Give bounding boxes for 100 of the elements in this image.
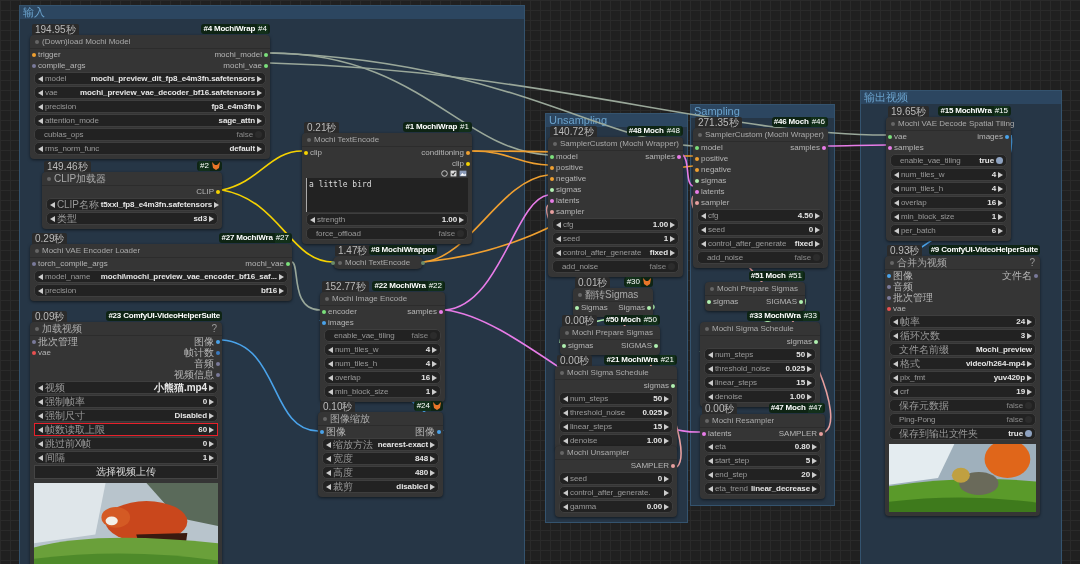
- node-header[interactable]: 图像缩放: [318, 412, 443, 426]
- number-widget[interactable]: min_block_size 1: [324, 385, 441, 398]
- input-slot-icon[interactable]: [695, 201, 699, 205]
- number-widget[interactable]: num_tiles_w 4: [324, 343, 441, 356]
- combo-widget[interactable]: control_after_generate.: [559, 486, 673, 499]
- number-widget[interactable]: 间隔 1: [34, 451, 218, 464]
- output-slot-icon[interactable]: [421, 260, 425, 265]
- combo-widget[interactable]: attention_mode sage_attn: [34, 114, 266, 127]
- output-slot-icon[interactable]: [216, 340, 220, 344]
- number-widget[interactable]: overlap 16: [324, 371, 441, 384]
- input-slot-icon[interactable]: [550, 210, 554, 214]
- toggle-widget[interactable]: 保存到输出文件夹 true: [889, 427, 1036, 440]
- number-widget[interactable]: gamma 0.00: [559, 500, 673, 513]
- node-panel[interactable]: Mochi Prepare Sigmas sigmas SIGMAS: [560, 326, 660, 355]
- number-widget[interactable]: start_step 5: [704, 454, 821, 467]
- combo-widget[interactable]: 缩放方法 nearest-exact: [322, 438, 439, 451]
- left-arrow-icon[interactable]: [38, 145, 43, 152]
- input-slot-icon[interactable]: [887, 274, 891, 278]
- checkbox-icon[interactable]: [450, 170, 457, 177]
- node-panel[interactable]: 翻转Sigmas Sigmas Sigmas: [573, 288, 653, 317]
- input-slot-icon[interactable]: [322, 310, 326, 314]
- node-panel[interactable]: 合并为视频 ? 图像 文件名 音频 批次管理 vae 帧率 24 循环次数 3 文件名前缀 Mochi_preview 格式 video/h264-mp4 pix_fmt yuv420p crf 19 保存元数据 false Ping-Pong false 保存到输出文件夹 true: [885, 256, 1040, 516]
- output-slot-icon[interactable]: [671, 464, 675, 468]
- output-slot-icon[interactable]: [216, 190, 220, 194]
- node-panel[interactable]: SamplerCustom (Mochi Wrapper) model samples positive negative sigmas latents sampler cfg 1.00 seed 1 control_after_generate fixed add_noise false: [548, 137, 683, 277]
- toggle-widget[interactable]: enable_vae_tiling false: [324, 329, 441, 342]
- combo-widget[interactable]: 格式 video/h264-mp4: [889, 357, 1036, 370]
- node-header[interactable]: 翻转Sigmas: [573, 288, 653, 302]
- combo-widget[interactable]: model_name mochi\mochi_preview_vae_encoder_bf16_saf...: [34, 270, 288, 283]
- toggle-knob-icon[interactable]: [813, 254, 820, 261]
- input-slot-icon[interactable]: [695, 190, 699, 194]
- node-panel[interactable]: Mochi Image Encode encoder samples images enable_vae_tiling false num_tiles_w 4 num_tiles_h 4 overlap 16 min_block_size 1: [320, 292, 445, 402]
- input-slot-icon[interactable]: [550, 177, 554, 181]
- combo-widget[interactable]: control_after_generate fixed: [552, 246, 679, 259]
- input-slot-icon[interactable]: [887, 307, 891, 311]
- node-header[interactable]: 合并为视频 ?: [885, 256, 1040, 270]
- input-slot-icon[interactable]: [888, 135, 892, 139]
- number-widget[interactable]: seed 0: [697, 223, 824, 236]
- node-header[interactable]: SamplerCustom (Mochi Wrapper): [693, 128, 828, 142]
- node-header[interactable]: Mochi Sigma Schedule: [700, 322, 820, 336]
- combo-widget[interactable]: 强制尺寸 Disabled: [34, 409, 218, 422]
- number-widget[interactable]: overlap 16: [890, 196, 1007, 209]
- toggle-knob-icon[interactable]: [668, 263, 675, 270]
- image-icon[interactable]: [459, 170, 467, 177]
- node-panel[interactable]: CLIP加载器 CLIP CLIP名称 t5xxl_fp8_e4m3fn.safetensors 类型 sd3: [42, 172, 222, 229]
- node-panel[interactable]: Mochi TextEncode clip conditioning clip a little bird strength 1.00 force_offload false: [302, 133, 472, 244]
- number-widget[interactable]: eta 0.80: [704, 440, 821, 453]
- input-slot-icon[interactable]: [695, 179, 699, 183]
- toggle-knob-icon[interactable]: [996, 157, 1003, 164]
- input-slot-icon[interactable]: [702, 432, 706, 436]
- help-mark[interactable]: ?: [1029, 257, 1035, 268]
- output-slot-icon[interactable]: [654, 344, 658, 348]
- combo-widget[interactable]: 裁剪 disabled: [322, 480, 439, 493]
- toggle-knob-icon[interactable]: [255, 131, 262, 138]
- combo-widget[interactable]: precision fp8_e4m3fn: [34, 100, 266, 113]
- input-slot-icon[interactable]: [888, 146, 892, 150]
- input-slot-icon[interactable]: [320, 430, 324, 434]
- input-slot-icon[interactable]: [331, 260, 335, 265]
- left-arrow-icon[interactable]: [310, 216, 315, 223]
- number-widget[interactable]: per_batch 6: [890, 224, 1007, 237]
- node-header[interactable]: Mochi Sigma Schedule: [555, 366, 677, 380]
- node-header[interactable]: Mochi Unsampler: [555, 446, 677, 460]
- node-panel[interactable]: Mochi Resampler latents SAMPLER eta 0.80 start_step 5 end_step 20 eta_trend linear_decrease: [700, 414, 825, 499]
- input-slot-icon[interactable]: [550, 199, 554, 203]
- right-arrow-icon[interactable]: [459, 216, 464, 223]
- toggle-widget[interactable]: enable_vae_tiling true: [890, 154, 1007, 167]
- output-slot-icon[interactable]: [286, 262, 290, 266]
- toggle-widget[interactable]: cublas_ops false: [34, 128, 266, 141]
- input-slot-icon[interactable]: [887, 296, 891, 300]
- input-slot-icon[interactable]: [550, 188, 554, 192]
- circle-icon[interactable]: [441, 170, 448, 177]
- number-widget[interactable]: crf 19: [889, 385, 1036, 398]
- number-widget[interactable]: 循环次数 3: [889, 329, 1036, 342]
- node-header[interactable]: CLIP加载器: [42, 172, 222, 186]
- input-slot-icon[interactable]: [887, 285, 891, 289]
- combo-widget[interactable]: vae mochi_preview_vae_decoder_bf16.safetensors: [34, 86, 266, 99]
- number-widget[interactable]: num_steps 50: [559, 392, 673, 405]
- number-widget[interactable]: linear_steps 15: [704, 376, 816, 389]
- upload-button[interactable]: 选择视频上传: [34, 465, 218, 479]
- combo-widget[interactable]: rms_norm_func default: [34, 142, 266, 155]
- help-mark[interactable]: ?: [211, 323, 217, 334]
- output-slot-icon[interactable]: [1005, 135, 1009, 139]
- node-panel[interactable]: 图像缩放 图像 图像 缩放方法 nearest-exact 宽度 848 高度 480 裁剪 disabled: [318, 412, 443, 497]
- node-panel[interactable]: Mochi VAE Encoder Loader torch_compile_args mochi_vae model_name mochi\mochi_preview_vae_encoder_bf16_saf... precision bf16: [30, 244, 292, 301]
- node-panel[interactable]: Mochi Prepare Sigmas sigmas SIGMAS: [705, 282, 805, 311]
- toggle-widget[interactable]: add_noise false: [697, 251, 824, 264]
- number-widget[interactable]: num_steps 50: [704, 348, 816, 361]
- node-panel[interactable]: Mochi TextEncode: [333, 256, 423, 269]
- toggle-widget[interactable]: Ping-Pong false: [889, 413, 1036, 426]
- number-widget[interactable]: strength 1.00: [306, 213, 468, 226]
- number-widget[interactable]: threshold_noise 0.025: [559, 406, 673, 419]
- node-header[interactable]: Mochi Prepare Sigmas: [560, 326, 660, 340]
- number-widget[interactable]: 帧率 24: [889, 315, 1036, 328]
- toggle-knob-icon[interactable]: [430, 332, 437, 339]
- combo-widget[interactable]: model mochi_preview_dit_fp8_e4m3fn.safetensors: [34, 72, 266, 85]
- combo-widget[interactable]: 类型 sd3: [46, 212, 218, 225]
- combo-widget[interactable]: pix_fmt yuv420p: [889, 371, 1036, 384]
- output-slot-icon[interactable]: [814, 340, 818, 344]
- input-slot-icon[interactable]: [695, 146, 699, 150]
- toggle-widget[interactable]: add_noise false: [552, 260, 679, 273]
